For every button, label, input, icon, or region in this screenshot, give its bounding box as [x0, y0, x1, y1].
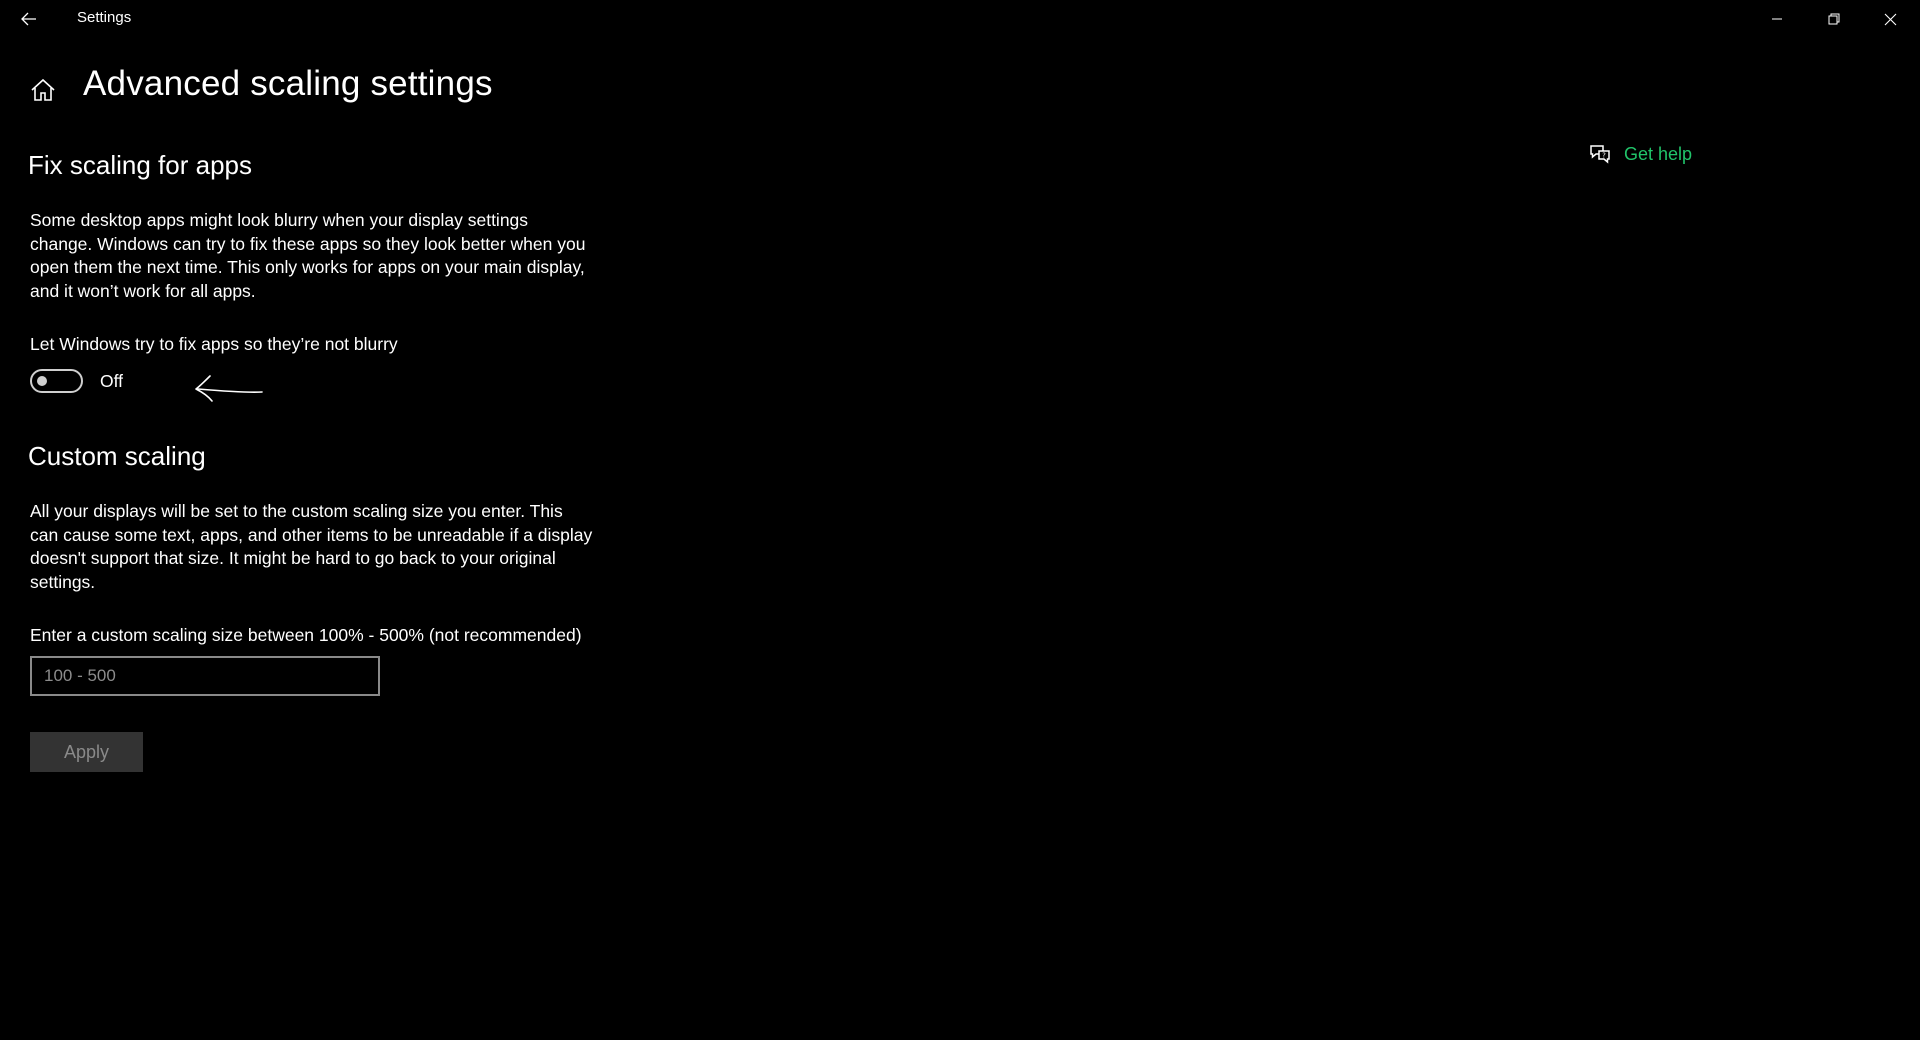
settings-window: Settings Advanced scaling settings ? Get…: [0, 0, 1920, 1040]
back-arrow-icon: [21, 12, 36, 26]
restore-icon: [1828, 13, 1839, 25]
restore-button[interactable]: [1805, 0, 1862, 38]
title-bar: Settings: [0, 0, 1920, 38]
apply-button[interactable]: Apply: [30, 732, 143, 772]
home-icon: [31, 78, 55, 101]
fix-apps-toggle[interactable]: [30, 369, 83, 393]
toggle-state-text: Off: [100, 371, 124, 391]
custom-scaling-description: All your displays will be set to the cus…: [30, 501, 593, 592]
custom-scaling-heading: Custom scaling: [28, 441, 206, 471]
custom-scaling-input[interactable]: [30, 656, 380, 696]
page-title: Advanced scaling settings: [83, 64, 493, 103]
back-button[interactable]: [0, 0, 58, 38]
get-help-link[interactable]: ? Get help: [1588, 143, 1692, 165]
custom-scaling-input-label: Enter a custom scaling size between 100%…: [30, 625, 582, 645]
chat-help-icon: ?: [1590, 145, 1610, 164]
close-button[interactable]: [1862, 0, 1919, 38]
svg-text:?: ?: [1602, 152, 1606, 160]
minimize-icon: [1771, 18, 1782, 20]
close-icon: [1884, 13, 1897, 25]
get-help-label: Get help: [1624, 143, 1693, 164]
app-title: Settings: [77, 9, 132, 26]
fix-scaling-description: Some desktop apps might look blurry when…: [30, 210, 586, 301]
fix-scaling-heading: Fix scaling for apps: [28, 150, 252, 180]
minimize-button[interactable]: [1748, 0, 1805, 38]
hand-drawn-arrow-icon: [195, 375, 263, 402]
toggle-knob: [37, 376, 47, 386]
fix-apps-toggle-label: Let Windows try to fix apps so they’re n…: [30, 334, 398, 354]
home-button[interactable]: [28, 76, 58, 104]
